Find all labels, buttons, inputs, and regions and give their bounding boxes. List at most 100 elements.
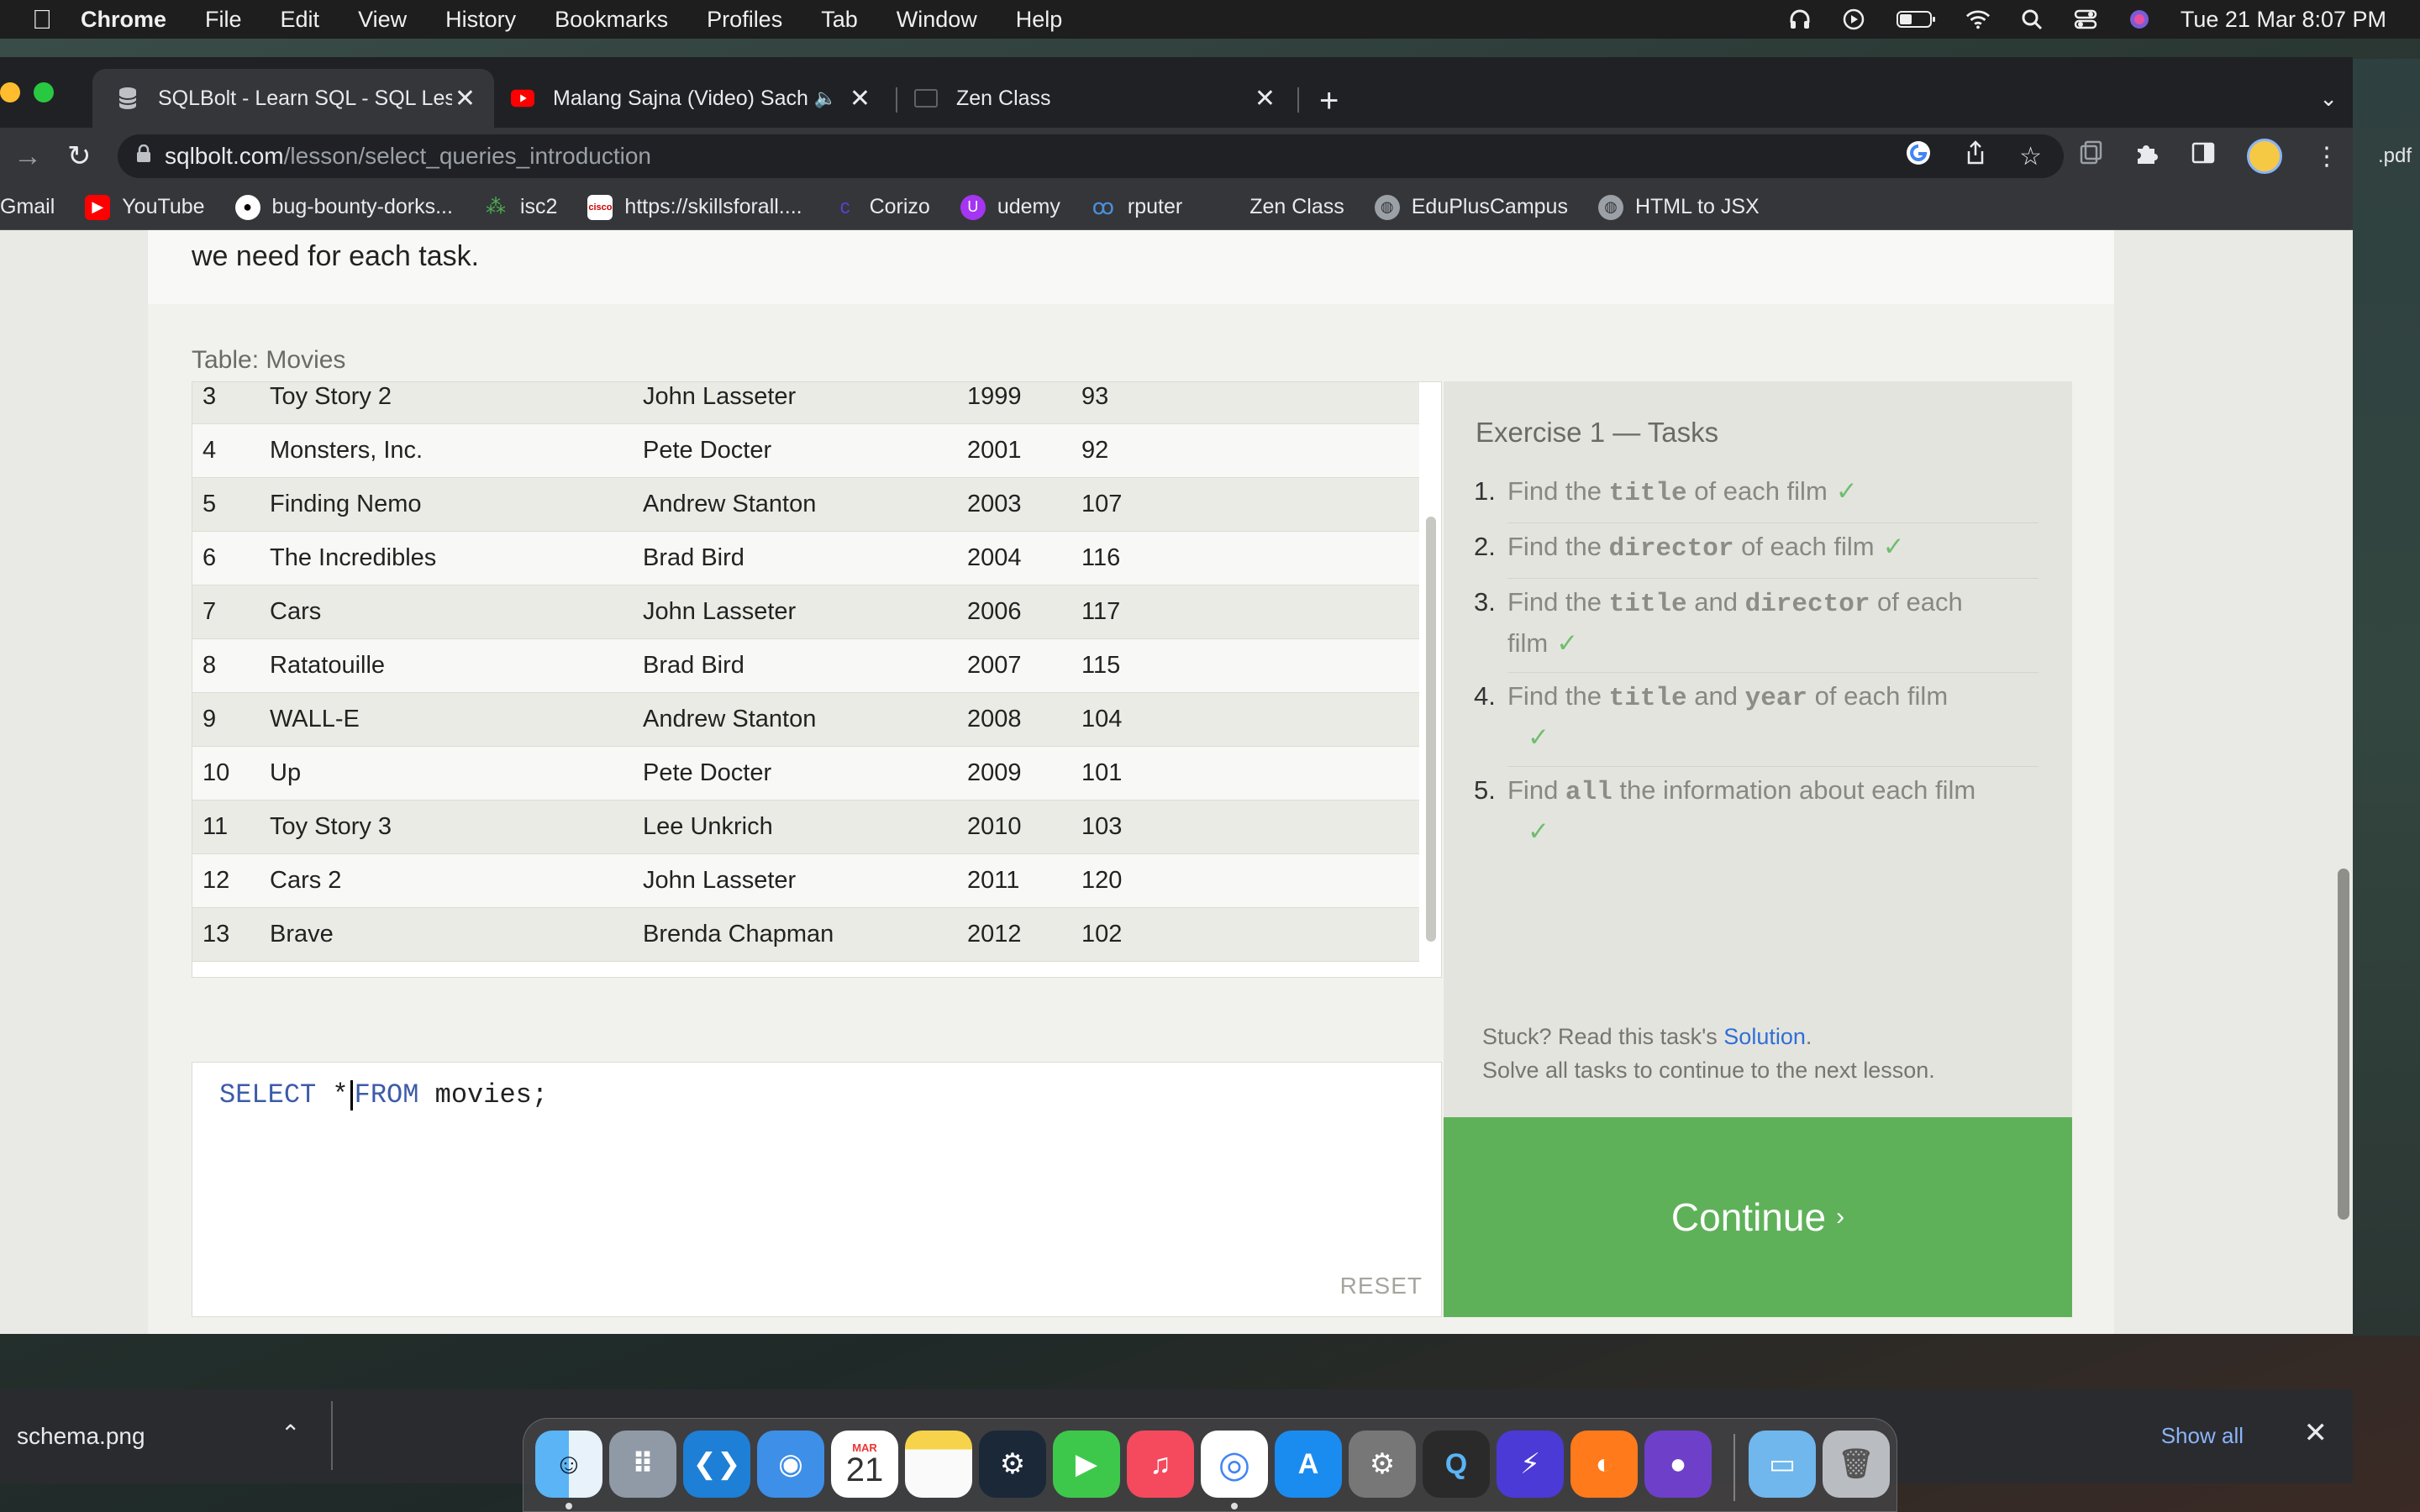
google-lens-icon[interactable]: [1905, 139, 1932, 173]
chevron-up-icon[interactable]: ⌃: [281, 1420, 300, 1447]
download-item-filename[interactable]: schema.png: [17, 1423, 145, 1450]
bookmark-html-to-jsx[interactable]: ◍ HTML to JSX: [1597, 194, 1760, 220]
notes-icon[interactable]: [905, 1431, 972, 1498]
sql-editor[interactable]: SELECT * FROM movies; RESET: [192, 1062, 1442, 1317]
bookmark-youtube[interactable]: ▶ YouTube: [85, 194, 205, 220]
lesson-card: we need for each task. Table: Movies 3 To…: [148, 230, 2114, 1334]
safari-icon[interactable]: ◉: [757, 1431, 824, 1498]
minimize-button[interactable]: [0, 82, 20, 102]
music-icon[interactable]: ♫: [1127, 1431, 1194, 1498]
bookmark-skillsforall[interactable]: cisco https://skillsforall....: [587, 194, 802, 220]
speaker-icon[interactable]: 🔈: [814, 87, 837, 109]
menubar-datetime[interactable]: Tue 21 Mar 8:07 PM: [2181, 7, 2386, 33]
spotlight-search-icon[interactable]: [2019, 7, 2044, 32]
sql-query-text[interactable]: SELECT * FROM movies;: [219, 1079, 548, 1110]
bookmark-zen-class[interactable]: Zen Class: [1213, 194, 1344, 220]
desktop-file-label[interactable]: .pdf: [2378, 144, 2412, 168]
side-panel-icon[interactable]: [2191, 142, 2215, 171]
bookmark-isc2[interactable]: ⁂ isc2: [482, 194, 557, 220]
menu-tab[interactable]: Tab: [821, 7, 858, 33]
wifi-icon[interactable]: [1965, 7, 1991, 32]
folder-icon[interactable]: ▭: [1749, 1431, 1816, 1498]
close-icon[interactable]: ✕: [2304, 1416, 2328, 1450]
extensions-puzzle-icon[interactable]: [2134, 140, 2160, 172]
show-all-button[interactable]: Show all: [2161, 1423, 2244, 1449]
bookmark-star-icon[interactable]: ☆: [2019, 142, 2042, 171]
github-icon[interactable]: ●: [1644, 1431, 1712, 1498]
quicktime-icon[interactable]: Q: [1423, 1431, 1490, 1498]
menu-view[interactable]: View: [358, 7, 407, 33]
shortcut-icon[interactable]: ⚡: [1497, 1431, 1564, 1498]
stuck-text: Stuck? Read this task's: [1482, 1024, 1724, 1049]
settings-icon[interactable]: ⚙: [1349, 1431, 1416, 1498]
bookmark-label: Zen Class: [1249, 195, 1344, 218]
tab-title: SQLBolt - Learn SQL - SQL Les: [158, 86, 452, 110]
forward-arrow-icon[interactable]: →: [13, 140, 42, 173]
continue-label: Continue: [1670, 1195, 1827, 1239]
profile-avatar[interactable]: [2247, 139, 2282, 174]
menu-app-name[interactable]: Chrome: [81, 7, 166, 33]
close-tab-icon[interactable]: ✕: [1255, 84, 1276, 113]
page-scrollbar[interactable]: [2338, 869, 2349, 1220]
calendar-icon[interactable]: MAR 21: [831, 1431, 898, 1498]
chrome-icon[interactable]: ◎: [1201, 1431, 1268, 1498]
checkmark-icon: ✓: [1528, 816, 1549, 846]
chrome-menu-kebab-icon[interactable]: ⋮: [2314, 142, 2339, 171]
task-code: year: [1744, 684, 1808, 713]
bookmark-rputer[interactable]: ꝏ rputer: [1090, 194, 1182, 220]
menu-bookmarks[interactable]: Bookmarks: [555, 7, 668, 33]
bookmark-edupluscampus[interactable]: ◍ EduPlusCampus: [1374, 194, 1568, 220]
launchpad-icon[interactable]: ⠿: [609, 1431, 676, 1498]
continue-button[interactable]: Continue ›: [1444, 1117, 2072, 1317]
bookmark-label: bug-bounty-dorks...: [271, 195, 453, 218]
battery-icon[interactable]: [1895, 7, 1937, 32]
reset-button[interactable]: RESET: [1340, 1273, 1423, 1299]
menu-window[interactable]: Window: [897, 7, 977, 33]
bookmark-gmail[interactable]: Gmail: [0, 195, 55, 219]
cell-director: John Lasseter: [643, 598, 797, 625]
tab-youtube-video[interactable]: Malang Sajna (Video) Sach 🔈 ✕: [496, 69, 889, 128]
table-row: 5 Finding Nemo Andrew Stanton 2003 107: [192, 478, 1419, 532]
close-tab-icon[interactable]: ✕: [455, 84, 476, 113]
reload-icon[interactable]: ↻: [67, 139, 92, 173]
steam-icon[interactable]: ⚙: [979, 1431, 1046, 1498]
share-icon[interactable]: [1965, 140, 1986, 172]
table-row: 11 Toy Story 3 Lee Unkrich 2010 103: [192, 801, 1419, 854]
table-scrollbar[interactable]: [1426, 517, 1436, 942]
tab-zen-class[interactable]: Zen Class ✕: [899, 69, 1294, 128]
lock-icon[interactable]: [136, 144, 151, 168]
firefox-icon[interactable]: ◐: [1570, 1431, 1638, 1498]
cell-length: 115: [1081, 652, 1121, 679]
menu-help[interactable]: Help: [1016, 7, 1063, 33]
facetime-icon[interactable]: ▶: [1053, 1431, 1120, 1498]
isc2-icon: ⁂: [482, 194, 508, 220]
apple-icon[interactable]: : [32, 4, 52, 35]
menu-history[interactable]: History: [445, 7, 516, 33]
headphones-icon[interactable]: [1787, 7, 1812, 32]
zoom-button[interactable]: [34, 82, 54, 102]
trash-icon[interactable]: 🗑: [1823, 1431, 1890, 1498]
play-icon[interactable]: [1841, 7, 1866, 32]
siri-icon[interactable]: [2127, 7, 2152, 32]
tab-search-chevron-icon[interactable]: ⌄: [2319, 86, 2338, 112]
menu-profiles[interactable]: Profiles: [707, 7, 782, 33]
tab-groups-icon[interactable]: [2079, 140, 2102, 172]
close-tab-icon[interactable]: ✕: [850, 84, 871, 113]
bookmark-corizo[interactable]: c Corizo: [832, 194, 930, 220]
cell-id: 6: [203, 544, 217, 571]
control-center-icon[interactable]: [2073, 7, 2098, 32]
tab-sqlbolt[interactable]: SQLBolt - Learn SQL - SQL Les ✕: [92, 69, 494, 128]
menu-edit[interactable]: Edit: [281, 7, 320, 33]
task-text: and: [1686, 587, 1745, 617]
new-tab-button[interactable]: +: [1319, 82, 1339, 120]
address-bar[interactable]: sqlbolt.com/lesson/select_queries_introd…: [118, 134, 2064, 178]
movies-table[interactable]: 3 Toy Story 2 John Lasseter 1999 93 4 Monsters…: [192, 381, 1442, 978]
solution-link[interactable]: Solution: [1723, 1024, 1806, 1049]
bookmark-bug-bounty-dorks[interactable]: ● bug-bounty-dorks...: [234, 194, 453, 220]
page-icon: [914, 87, 938, 110]
menu-file[interactable]: File: [205, 7, 242, 33]
bookmark-udemy[interactable]: U udemy: [960, 194, 1060, 220]
appstore-icon[interactable]: A: [1275, 1431, 1342, 1498]
vscode-icon[interactable]: ❮❯: [683, 1431, 750, 1498]
finder-icon[interactable]: ☺: [535, 1431, 602, 1498]
